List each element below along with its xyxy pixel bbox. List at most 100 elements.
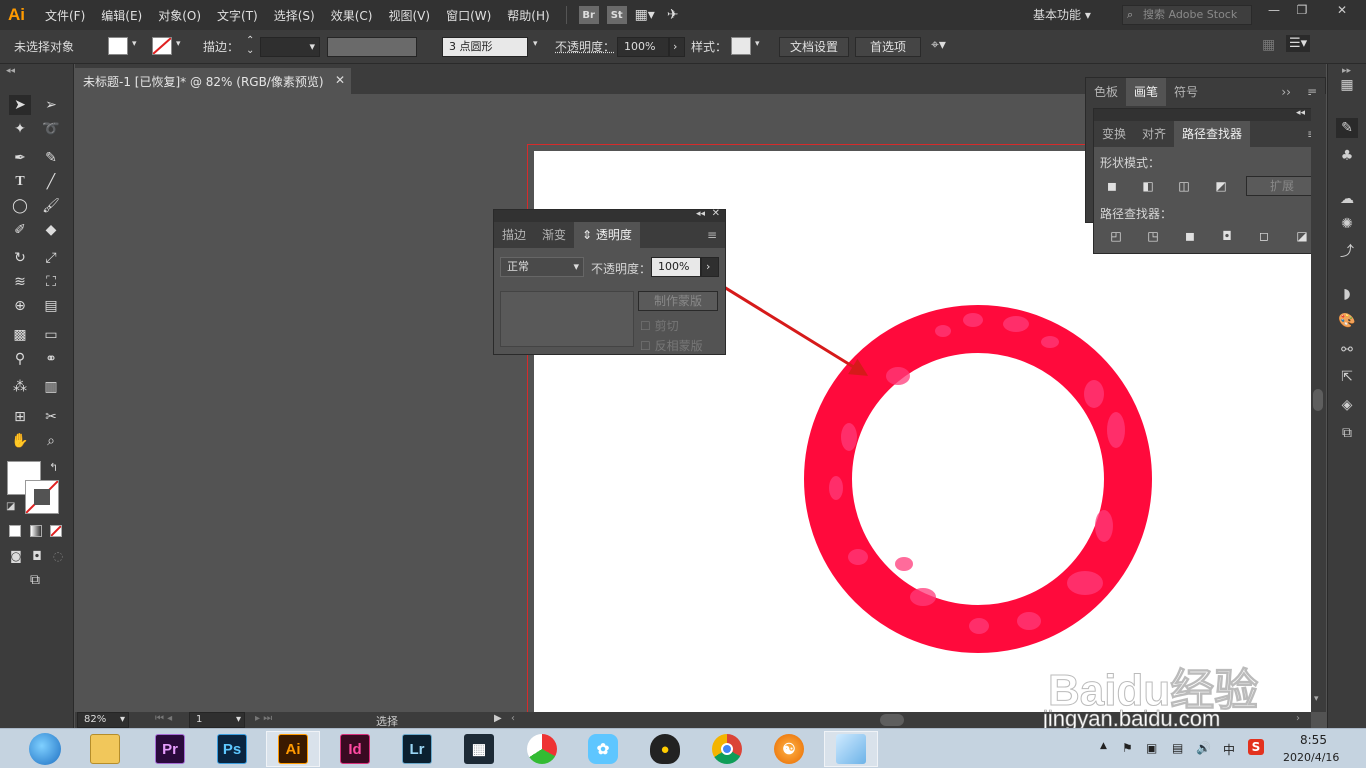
invert-mask-checkbox[interactable]: ☐ 反相蒙版 [640,337,703,354]
close-button[interactable]: ✕ [1330,2,1354,18]
hand-tool-icon[interactable]: ✋ [9,431,31,451]
expand-icon[interactable]: ›› [1273,78,1299,106]
swap-colors-icon[interactable]: ↰ [49,461,58,474]
tab-transform[interactable]: 变换 [1094,121,1134,147]
shaper-tool-icon[interactable]: ✐ [9,220,31,240]
chevron-down-icon[interactable]: ▾ [533,39,538,49]
taskbar-lightroom[interactable]: Lr [390,731,444,767]
make-mask-button[interactable]: 制作蒙版 [638,291,718,311]
menu-window[interactable]: 窗口(W) [438,7,499,24]
taskbar-qq[interactable]: ● [638,731,692,767]
tray-expand-icon[interactable]: ▲ [1100,741,1107,751]
taskbar-browser[interactable]: ☯ [762,731,816,767]
merge-icon[interactable]: ◼ [1182,229,1198,243]
taskbar-explorer[interactable] [78,731,132,767]
chevron-right-icon[interactable]: › [669,37,685,57]
draw-inside-icon[interactable]: ◌ [47,546,69,566]
network-icon[interactable]: ▤ [1172,741,1183,755]
minus-front-icon[interactable]: ◧ [1140,179,1156,193]
exclude-icon[interactable]: ◩ [1213,179,1229,193]
ellipse-tool-icon[interactable]: ◯ [9,196,31,216]
symbols-icon[interactable]: ♣ [1336,146,1358,166]
stroke-weight-dropdown[interactable]: ▾ [260,37,320,57]
stock-button[interactable]: St [606,6,627,24]
menu-file[interactable]: 文件(F) [37,7,93,24]
taskbar-media[interactable] [515,731,569,767]
artboard-tool-icon[interactable]: ⊞ [9,407,31,427]
menu-help[interactable]: 帮助(H) [499,7,557,24]
slice-tool-icon[interactable]: ✂ [40,407,62,427]
stroke-weight-stepper[interactable]: ⌃ ⌄ [246,36,254,56]
brush-definition-dropdown[interactable]: 3 点圆形 [442,37,528,57]
layers-icon[interactable]: ◈ [1336,395,1358,415]
panel-menu-icon[interactable]: ≡ [699,222,725,248]
collapse-icon[interactable]: ◂◂ [696,209,705,219]
sogou-icon[interactable]: S [1248,739,1264,755]
fill-swatch[interactable] [108,37,128,55]
tab-gradient[interactable]: 渐变 [534,222,574,248]
flag-icon[interactable]: ⚑ [1122,741,1133,755]
collapse-panel-icon[interactable]: ◂◂ [6,66,15,76]
blend-tool-icon[interactable]: ⚭ [40,349,62,369]
default-colors-icon[interactable]: ◪ [6,501,15,512]
taskbar-photoshop[interactable]: Ps [205,731,259,767]
clip-checkbox[interactable]: ☐ 剪切 [640,317,679,334]
clock-time[interactable]: 8:55 [1300,733,1327,747]
scroll-right-icon[interactable]: › [1296,713,1300,724]
minimize-button[interactable]: — [1262,2,1286,18]
column-graph-tool-icon[interactable]: ▥ [40,377,62,397]
opacity-label[interactable]: 不透明度： [555,38,615,55]
scroll-left-icon[interactable]: ‹ [511,713,515,724]
stroke-color-box[interactable] [25,480,59,514]
outline-icon[interactable]: ◻ [1256,229,1272,243]
first-artboard-icon[interactable]: ⏮ ◂ [155,713,172,724]
divide-icon[interactable]: ◰ [1108,229,1124,243]
zoom-tool-icon[interactable]: ⌕ [40,431,62,451]
graphic-style-swatch[interactable] [731,37,751,55]
cc-libraries-icon[interactable]: ☁ [1336,189,1358,209]
menu-view[interactable]: 视图(V) [380,7,438,24]
taskbar-notepad[interactable] [824,731,878,767]
direct-selection-tool-icon[interactable]: ➢ [40,95,62,115]
restore-button[interactable]: ❐ [1290,2,1314,18]
document-setup-button[interactable]: 文档设置 [779,37,849,57]
minus-back-icon[interactable]: ◪ [1294,229,1310,243]
tab-pathfinder[interactable]: 路径查找器 [1174,121,1251,147]
type-tool-icon[interactable]: T [9,172,31,192]
screen-mode-icon[interactable]: ⧉ [24,570,46,590]
artboard-number-select[interactable]: 1 ▾ [189,712,245,728]
menu-object[interactable]: 对象(O) [150,7,209,24]
status-menu-icon[interactable]: ▶ [494,713,502,724]
stock-search-input[interactable]: ⌕ 搜索 Adobe Stock [1122,5,1252,25]
appearance-icon[interactable]: ✺ [1336,214,1358,234]
chevron-down-icon[interactable]: ▾ [755,39,760,49]
taskbar-indesign[interactable]: Id [328,731,382,767]
magic-wand-tool-icon[interactable]: ✦ [9,119,31,139]
panel-menu-icon[interactable]: ☰▾ [1286,35,1311,52]
select-similar-icon[interactable]: ⌖▾ [931,37,946,53]
preferences-button[interactable]: 首选项 [855,37,921,57]
line-tool-icon[interactable]: ╱ [40,172,62,192]
eraser-tool-icon[interactable]: ◆ [40,220,62,240]
collapse-icon[interactable]: ◂◂ [1296,108,1305,118]
menu-effect[interactable]: 效果(C) [323,7,381,24]
unite-icon[interactable]: ◼ [1104,179,1120,193]
expand-button[interactable]: 扩展 [1246,176,1318,196]
brushes-icon[interactable]: ✎ [1336,118,1358,138]
document-tab[interactable]: 未标题-1 [已恢复]* @ 82% (RGB/像素预览) ✕ [75,68,351,94]
bridge-button[interactable]: Br [578,6,599,24]
pen-tool-icon[interactable]: ✒ [9,148,31,168]
artboards-icon[interactable]: ⧉ [1336,423,1358,443]
crop-icon[interactable]: ◘ [1219,229,1235,243]
taskbar-video[interactable]: ▦ [452,731,506,767]
align-icon[interactable]: ▦ [1262,37,1275,53]
taskbar-chrome[interactable] [700,731,754,767]
export-icon[interactable]: ⇱ [1336,367,1358,387]
gradient-tool-icon[interactable]: ▭ [40,325,62,345]
none-mode-icon[interactable] [50,525,62,537]
symbol-sprayer-tool-icon[interactable]: ⁂ [9,377,31,397]
tab-brushes[interactable]: 画笔 [1126,78,1167,106]
gradient-mode-icon[interactable] [30,525,42,537]
ime-indicator[interactable]: 中 [1223,741,1235,758]
start-button[interactable] [18,731,72,767]
